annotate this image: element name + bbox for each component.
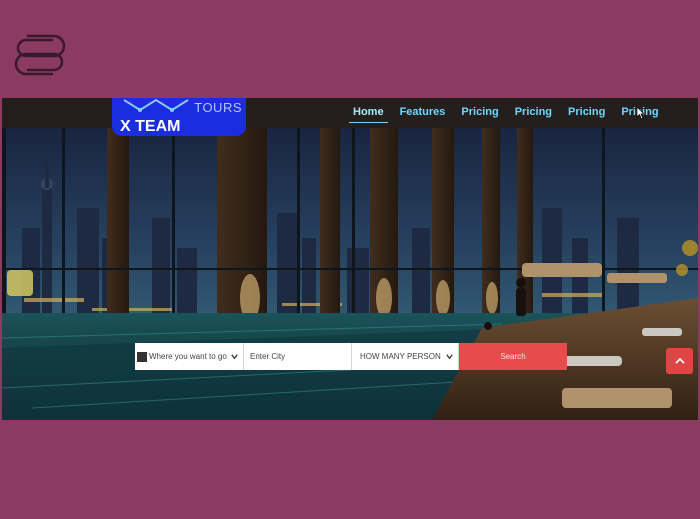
user-avatar-icon (137, 351, 147, 362)
person-count-label: HOW MANY PERSON (360, 352, 441, 361)
brand-graphic-icon (123, 98, 189, 112)
search-button[interactable]: Search (459, 343, 567, 370)
nav-item-pricing[interactable]: Pricing (560, 98, 613, 128)
brand-title: X TEAM (120, 118, 181, 135)
chevron-down-icon (446, 354, 453, 360)
back-to-top-button[interactable] (666, 348, 693, 374)
nav-item-pricing[interactable]: Pricing (453, 98, 506, 128)
person-count-select[interactable]: HOW MANY PERSON (352, 343, 459, 370)
main-navigation: Home Features Pricing Pricing Pricing Pr… (345, 98, 667, 128)
brand-subtitle: TOURS (194, 100, 242, 115)
nav-item-home[interactable]: Home (345, 98, 392, 128)
search-form: Where you want to go Enter City HOW MANY… (135, 343, 567, 370)
city-input-placeholder: Enter City (250, 352, 286, 361)
brand-logo[interactable]: TOURS X TEAM (112, 98, 246, 136)
mouse-pointer-icon (636, 106, 645, 120)
chevron-down-icon (231, 354, 238, 360)
chevron-up-icon (674, 357, 685, 364)
nav-item-pricing[interactable]: Pricing (507, 98, 560, 128)
hotel-pool-background-image (2, 98, 698, 420)
destination-select-label: Where you want to go (149, 352, 227, 361)
destination-select[interactable]: Where you want to go (135, 343, 244, 370)
city-input[interactable]: Enter City (244, 343, 352, 370)
paperclip-logo-icon[interactable] (12, 30, 68, 80)
hero-section: TOURS X TEAM Home Features Pricing Prici… (2, 98, 698, 420)
side-widget-button[interactable] (7, 270, 33, 296)
nav-item-features[interactable]: Features (392, 98, 454, 128)
